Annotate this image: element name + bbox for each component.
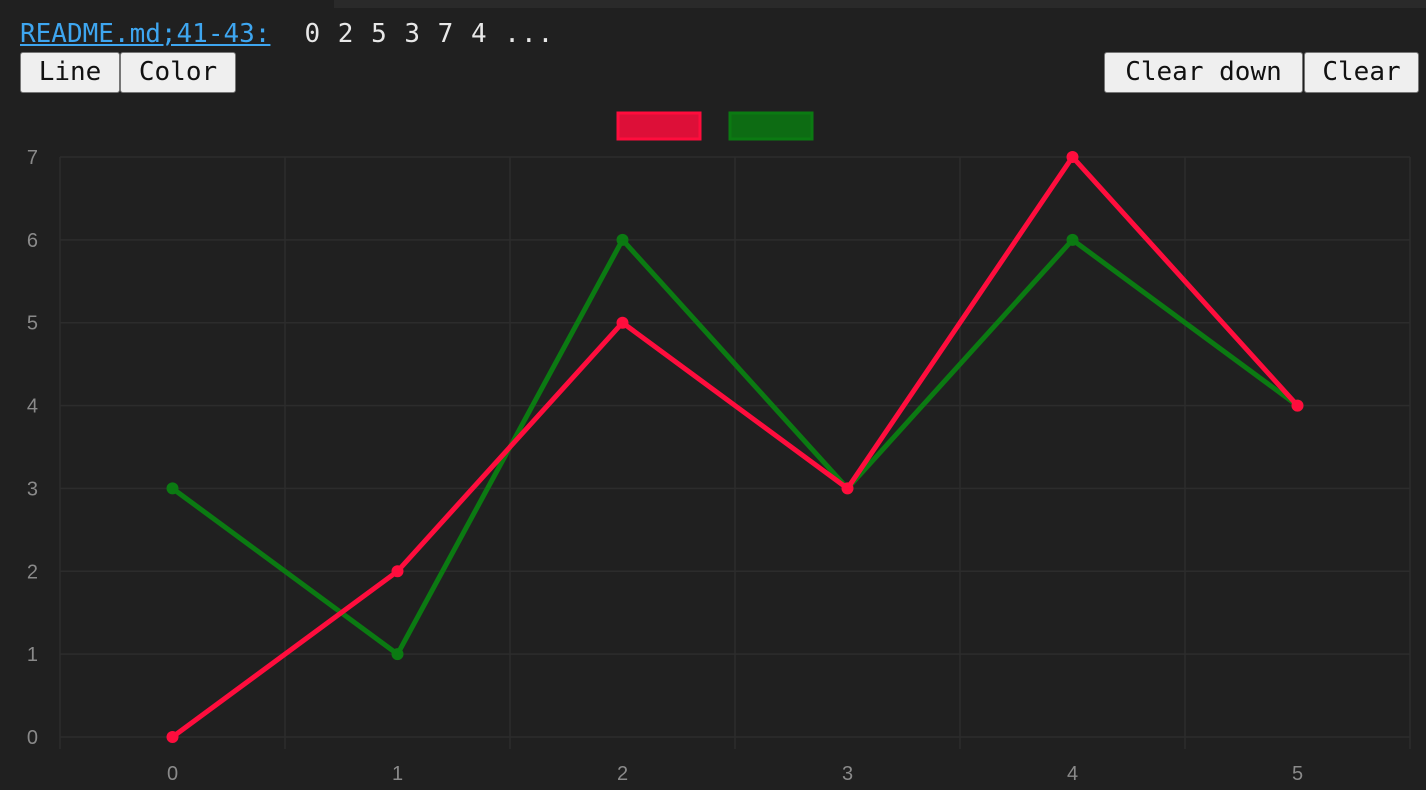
clear-down-button[interactable]: Clear down bbox=[1104, 52, 1303, 93]
series-1-point bbox=[841, 482, 854, 495]
source-row: README.md;41-43: 0 2 5 3 7 4 ... bbox=[20, 16, 554, 52]
x-tick-label: 2 bbox=[617, 763, 628, 785]
x-tick-label: 4 bbox=[1067, 763, 1078, 785]
line-chart: 0 1 2 3 4 5 6 7 0 1 2 3 4 5 bbox=[27, 111, 1411, 785]
clear-button[interactable]: Clear bbox=[1304, 52, 1419, 93]
series-1-point bbox=[391, 565, 404, 578]
y-tick-label: 0 bbox=[27, 727, 38, 749]
x-tick-label: 3 bbox=[842, 763, 853, 785]
series-1-point bbox=[1291, 399, 1304, 412]
y-tick-label: 1 bbox=[27, 644, 38, 666]
y-tick-label: 2 bbox=[27, 561, 38, 583]
series-2-point bbox=[391, 648, 404, 661]
x-tick-label: 5 bbox=[1292, 763, 1303, 785]
legend-swatch-2[interactable] bbox=[728, 111, 814, 141]
chart-grid bbox=[59, 156, 1411, 749]
y-tick-label: 3 bbox=[27, 478, 38, 500]
legend-swatch-1[interactable] bbox=[616, 111, 702, 141]
top-divider-strip bbox=[334, 0, 1426, 8]
source-link[interactable]: README.md;41-43: bbox=[20, 19, 270, 49]
color-button[interactable]: Color bbox=[120, 52, 236, 93]
chart-legend[interactable] bbox=[616, 111, 814, 141]
y-tick-label: 5 bbox=[27, 313, 38, 335]
series-1-point bbox=[166, 731, 179, 743]
y-tick-label: 4 bbox=[27, 396, 38, 418]
y-tick-label: 7 bbox=[27, 147, 38, 169]
series-1-point bbox=[616, 316, 629, 329]
series-2-point bbox=[1066, 233, 1079, 246]
chart-axes: 0 1 2 3 4 5 6 7 0 1 2 3 4 5 bbox=[27, 147, 1303, 785]
y-tick-label: 6 bbox=[27, 230, 38, 252]
series-2-point bbox=[616, 233, 629, 246]
source-values: 0 2 5 3 7 4 ... bbox=[304, 19, 555, 49]
x-tick-label: 1 bbox=[392, 763, 403, 785]
series-2-point bbox=[166, 482, 179, 495]
series-1-point bbox=[1066, 151, 1079, 163]
line-button[interactable]: Line bbox=[20, 52, 120, 93]
x-tick-label: 0 bbox=[167, 763, 178, 785]
